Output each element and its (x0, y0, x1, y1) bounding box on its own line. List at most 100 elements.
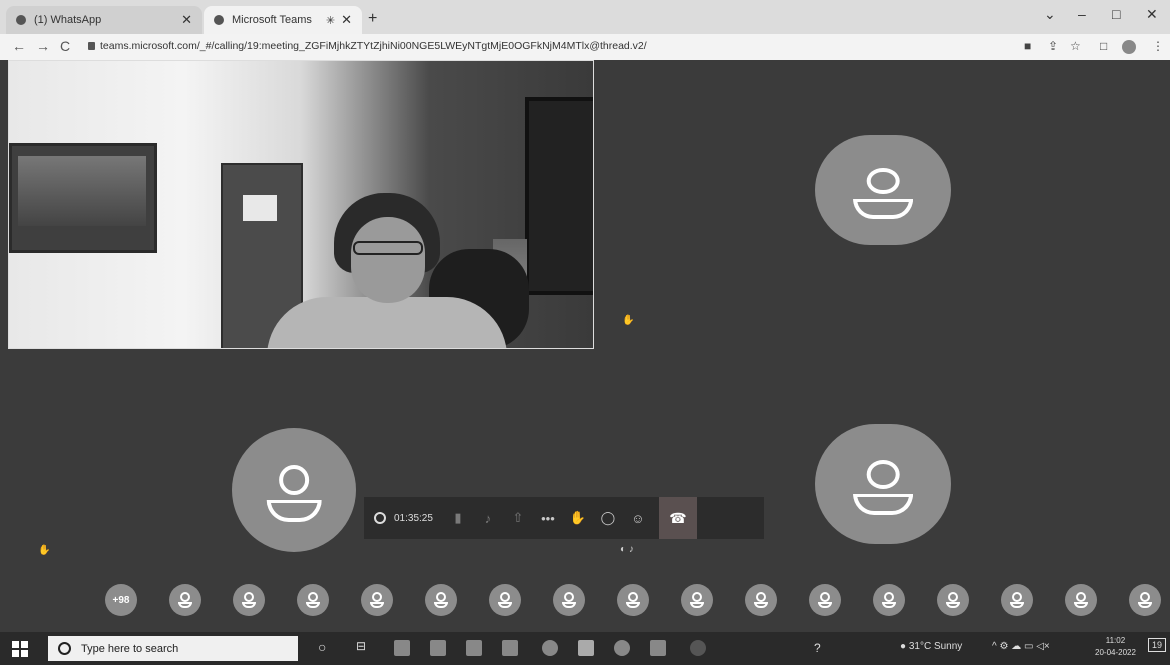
tab-search-icon[interactable]: ⌄ (1044, 6, 1056, 23)
menu-icon[interactable]: ⋮ (1152, 39, 1164, 53)
participant-mini-avatar[interactable] (809, 584, 841, 616)
new-tab-button[interactable]: + (368, 10, 377, 28)
notification-center-icon[interactable]: 19 (1148, 638, 1167, 652)
person-icon-body (242, 602, 256, 608)
weather-widget[interactable]: ● 31°C Sunny (900, 641, 962, 652)
person-icon (820, 592, 830, 602)
participants-button[interactable]: ☺ (623, 503, 653, 533)
participant-mini-avatar[interactable] (361, 584, 393, 616)
person-icon (692, 592, 702, 602)
url-field[interactable]: teams.microsoft.com/_#/calling/19:meetin… (88, 40, 647, 52)
person-icon-body (266, 499, 322, 523)
person-icon (866, 168, 900, 195)
close-tab-icon[interactable]: ✕ (341, 12, 352, 28)
call-timer-text: 01:35:25 (394, 512, 433, 524)
person-icon (756, 592, 766, 602)
phone-hangup-icon[interactable]: ☎ (658, 497, 697, 539)
participant-mini-avatar[interactable] (1065, 584, 1097, 616)
participant-mini-avatar[interactable] (169, 584, 201, 616)
help-icon[interactable]: ? (814, 641, 821, 655)
close-tab-icon[interactable]: ✕ (181, 12, 192, 28)
audio-playing-icon[interactable]: ✳ (326, 14, 335, 27)
system-tray-icons[interactable]: ^ ⚙ ☁ ▭ ◁× (992, 641, 1050, 652)
share-icon[interactable]: ⇪ (1048, 39, 1058, 53)
extensions-icon[interactable]: □ (1100, 39, 1107, 53)
cortana-icon[interactable]: ○ (318, 639, 326, 655)
pin-icon[interactable]: ✋ (622, 315, 634, 326)
participant-mini-avatar[interactable] (1129, 584, 1161, 616)
profile-avatar[interactable] (1122, 40, 1136, 54)
participant-mini-avatar[interactable] (681, 584, 713, 616)
taskbar-search[interactable]: Type here to search (48, 636, 298, 661)
raise-hand-button[interactable]: ✋ (563, 503, 593, 533)
tab-microsoft-teams[interactable]: Microsoft Teams ✳ ✕ (204, 6, 362, 34)
person-icon-body (370, 602, 384, 608)
participant-mini-avatar[interactable] (873, 584, 905, 616)
person-icon-body (626, 602, 640, 608)
status-icons: ◐ ♪ (620, 544, 634, 555)
person-icon (948, 592, 958, 602)
participant-video[interactable] (8, 60, 594, 349)
participant-mini-avatar[interactable] (425, 584, 457, 616)
person-icon-body (1010, 602, 1024, 608)
participant-avatar[interactable] (815, 424, 951, 544)
person-icon-body (498, 602, 512, 608)
person-icon-body (690, 602, 704, 608)
camera-off-button[interactable]: ▮ (443, 503, 473, 533)
star-icon[interactable]: ☆ (1070, 39, 1081, 53)
participant-mini-avatar[interactable] (489, 584, 521, 616)
participant-mini-avatar[interactable] (1001, 584, 1033, 616)
teams-icon[interactable] (578, 640, 594, 656)
person-icon (564, 592, 574, 602)
chrome-icon[interactable] (542, 640, 558, 656)
app-icon[interactable] (394, 640, 410, 656)
person-icon (628, 592, 638, 602)
edge-icon[interactable] (614, 640, 630, 656)
back-icon[interactable]: ← (12, 38, 26, 54)
clock[interactable]: 11:02 20-04-2022 (1095, 635, 1136, 659)
person-icon-body (882, 602, 896, 608)
recording-icon (374, 512, 386, 524)
participant-mini-avatar[interactable] (553, 584, 585, 616)
participant-mini-avatar[interactable] (297, 584, 329, 616)
person-icon (1076, 592, 1086, 602)
store-icon[interactable] (466, 640, 482, 656)
lock-icon (88, 42, 95, 50)
forward-icon[interactable]: → (36, 38, 50, 54)
file-explorer-icon[interactable] (502, 640, 518, 656)
participant-avatar[interactable] (815, 135, 951, 245)
more-participants-badge[interactable]: +98 (105, 584, 137, 616)
windows-start-icon[interactable] (12, 641, 28, 657)
close-window-button[interactable]: ✕ (1146, 6, 1158, 23)
tab-title: (1) WhatsApp (34, 14, 102, 26)
mail-icon[interactable] (430, 640, 446, 656)
minimize-button[interactable]: – (1078, 6, 1086, 22)
tab-title: Microsoft Teams (232, 14, 312, 26)
more-actions-button[interactable]: ••• (533, 503, 563, 533)
mic-button[interactable]: ♪ (473, 503, 503, 533)
start-tile (12, 641, 19, 648)
share-screen-button[interactable]: ⇧ (503, 503, 533, 533)
participant-mini-avatar[interactable] (745, 584, 777, 616)
opera-icon[interactable] (690, 640, 706, 656)
address-bar: ← → C teams.microsoft.com/_#/calling/19:… (0, 34, 1170, 61)
participant-mini-avatar[interactable] (617, 584, 649, 616)
reload-icon[interactable]: C (60, 38, 70, 54)
windows-taskbar: Type here to search ○ ⊟ ? ● 31°C Sunny ^… (0, 632, 1170, 665)
search-icon (58, 642, 71, 655)
person-icon-body (853, 493, 913, 516)
start-tile (21, 650, 28, 657)
person-icon (372, 592, 382, 602)
restore-button[interactable]: □ (1112, 6, 1120, 22)
person-icon (279, 465, 309, 495)
task-view-icon[interactable]: ⊟ (356, 639, 366, 653)
tab-whatsapp[interactable]: (1) WhatsApp ✕ (6, 6, 202, 34)
person-icon-body (946, 602, 960, 608)
participant-mini-avatar[interactable] (937, 584, 969, 616)
pin-icon[interactable]: ✋ (38, 545, 50, 556)
participant-mini-avatar[interactable] (233, 584, 265, 616)
camera-in-use-icon[interactable]: ■ (1024, 39, 1031, 53)
participant-avatar[interactable] (232, 428, 356, 552)
word-icon[interactable] (650, 640, 666, 656)
chat-button[interactable]: ◯ (593, 503, 623, 533)
